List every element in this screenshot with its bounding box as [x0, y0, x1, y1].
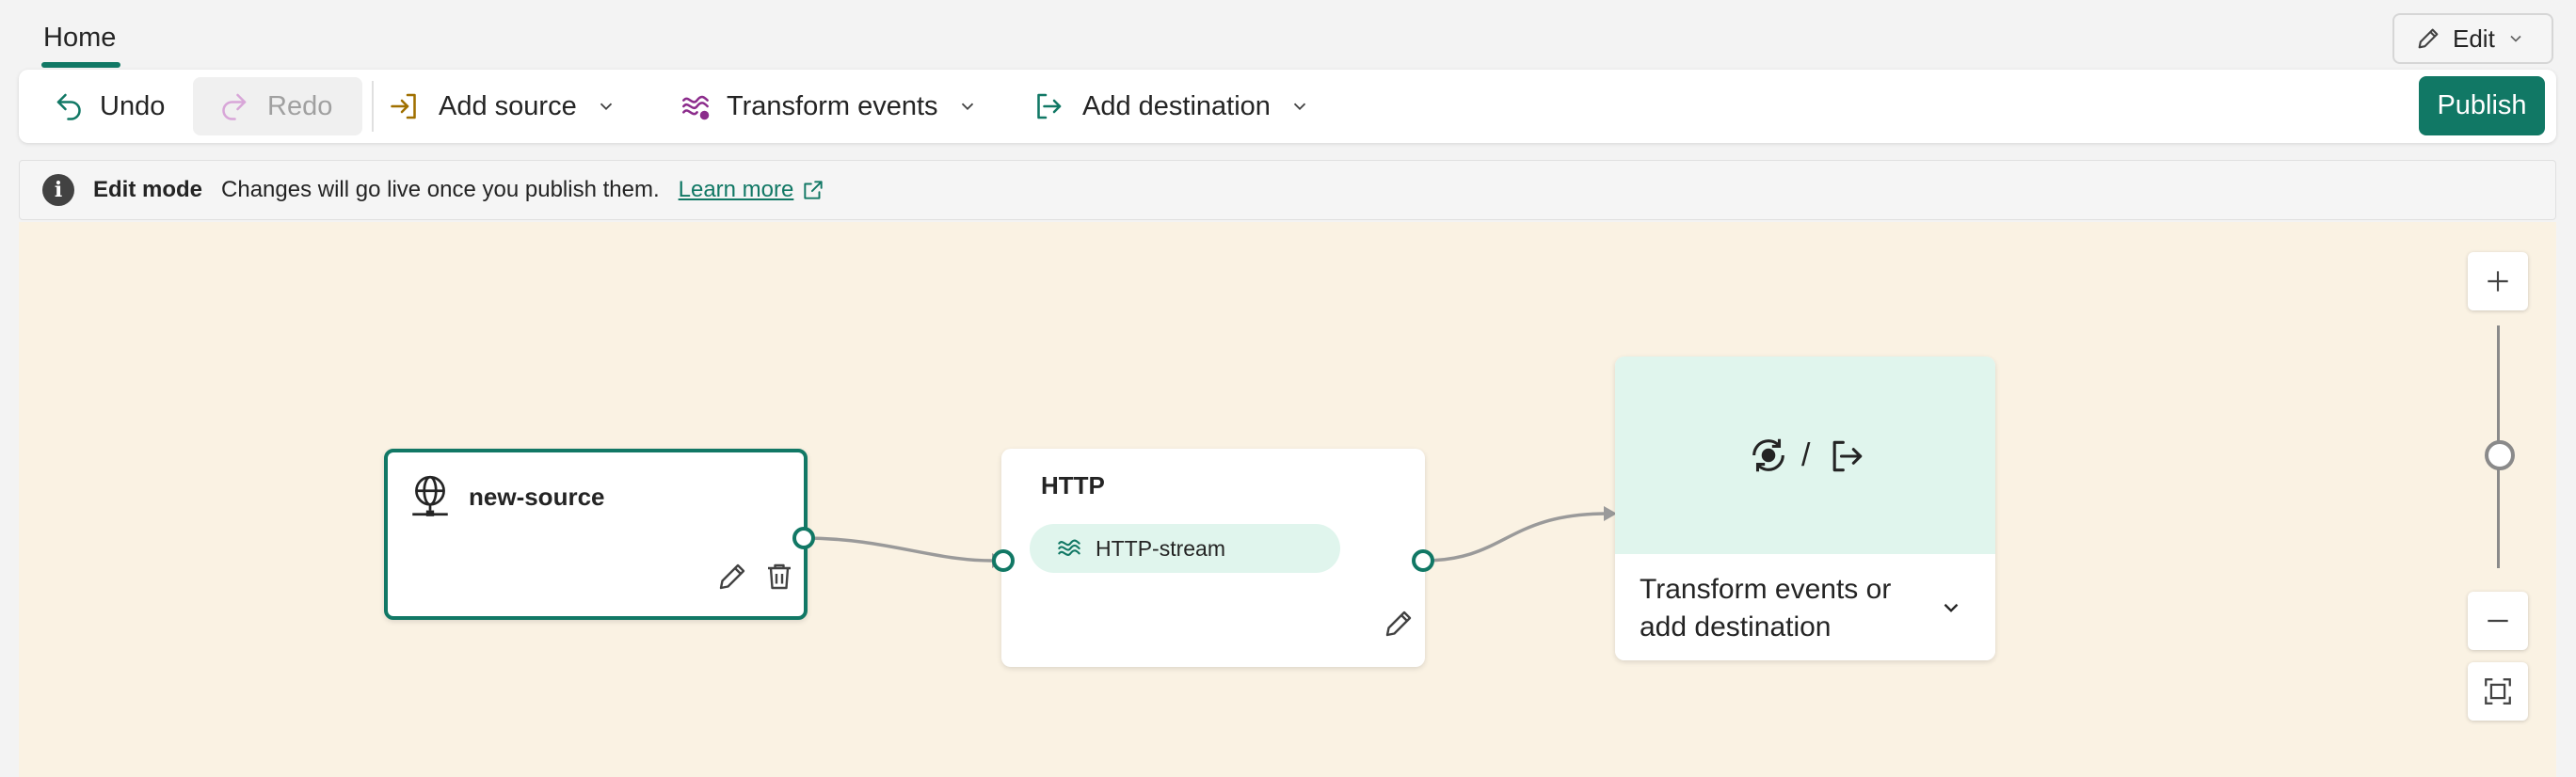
- edit-mode-message: Changes will go live once you publish th…: [221, 177, 660, 202]
- tab-home-indicator: [41, 62, 120, 68]
- source-node[interactable]: new-source: [384, 449, 808, 620]
- pencil-icon[interactable]: [715, 560, 749, 594]
- fit-to-screen-button[interactable]: [2468, 662, 2528, 721]
- tab-home[interactable]: Home: [43, 23, 116, 54]
- zoom-slider-thumb[interactable]: [2485, 440, 2515, 470]
- ribbon-toolbar: Undo Redo Add source Transform events Ad…: [19, 70, 2556, 143]
- source-output-port[interactable]: [792, 527, 815, 549]
- edit-mode-button[interactable]: Edit: [2392, 13, 2553, 64]
- chevron-down-icon: [600, 103, 612, 111]
- stream-input-port[interactable]: [992, 549, 1015, 572]
- stream-chip[interactable]: HTTP-stream: [1030, 524, 1340, 573]
- stream-output-port[interactable]: [1412, 549, 1434, 572]
- transform-events-label: Transform events: [727, 90, 938, 121]
- add-source-button[interactable]: Add source: [388, 70, 616, 143]
- stream-node[interactable]: HTTP HTTP-stream: [1001, 449, 1425, 667]
- sign-out-arrow-icon: [1037, 93, 1062, 119]
- destination-node-label: Transform events or add destination: [1640, 574, 1892, 642]
- undo-icon: [56, 93, 81, 120]
- destination-node-header: /: [1615, 357, 1995, 554]
- fit-to-screen-icon: [2485, 678, 2511, 705]
- toolbar-divider: [372, 81, 374, 132]
- destination-node[interactable]: / Transform events or add destination: [1615, 357, 1995, 660]
- destination-separator: /: [1801, 437, 1811, 473]
- globe-network-icon: [412, 475, 448, 516]
- chevron-down-icon: [961, 103, 973, 111]
- undo-button[interactable]: Undo: [53, 70, 165, 143]
- redo-button[interactable]: Redo: [216, 70, 332, 143]
- sign-out-arrow-icon: [1832, 440, 1863, 472]
- zoom-out-button[interactable]: [2468, 592, 2528, 650]
- transform-events-button[interactable]: Transform events: [678, 70, 978, 143]
- stream-node-title: HTTP: [1041, 471, 1105, 500]
- add-source-label: Add source: [439, 90, 577, 121]
- pencil-icon: [2418, 28, 2439, 49]
- redo-icon: [222, 93, 247, 120]
- wire-source-to-stream: [803, 536, 993, 563]
- edit-mode-banner: i Edit mode Changes will go live once yo…: [19, 160, 2556, 220]
- learn-more-link[interactable]: Learn more: [679, 177, 794, 203]
- edit-mode-title: Edit mode: [93, 177, 203, 202]
- wire-stream-to-dest: [1422, 512, 1608, 563]
- publish-button[interactable]: Publish: [2419, 76, 2545, 135]
- sign-in-arrow-icon: [391, 93, 416, 119]
- trash-icon[interactable]: [762, 560, 796, 594]
- source-node-title: new-source: [469, 483, 605, 511]
- transform-gear-icon: [1752, 438, 1784, 472]
- stream-waves-icon: [1058, 539, 1080, 556]
- add-destination-button[interactable]: Add destination: [1032, 70, 1310, 143]
- chevron-down-icon: [2510, 35, 2521, 42]
- redo-label: Redo: [267, 90, 333, 121]
- info-icon: i: [42, 174, 74, 206]
- undo-label: Undo: [100, 90, 166, 121]
- destination-node-footer[interactable]: Transform events or add destination: [1615, 554, 1995, 660]
- edit-label: Edit: [2453, 24, 2495, 53]
- minus-icon: [2488, 619, 2508, 623]
- pencil-icon[interactable]: [1382, 607, 1416, 641]
- open-external-icon[interactable]: [801, 178, 825, 202]
- stream-waves-icon: [682, 95, 710, 120]
- zoom-in-button[interactable]: [2468, 252, 2528, 310]
- stream-chip-label: HTTP-stream: [1096, 535, 1225, 561]
- plus-icon: [2488, 271, 2508, 292]
- add-destination-label: Add destination: [1082, 90, 1271, 121]
- chevron-down-icon[interactable]: [1939, 595, 1963, 620]
- chevron-down-icon: [1293, 103, 1306, 111]
- flow-canvas[interactable]: new-source HTTP HTTP-stream / Transform …: [19, 222, 2556, 777]
